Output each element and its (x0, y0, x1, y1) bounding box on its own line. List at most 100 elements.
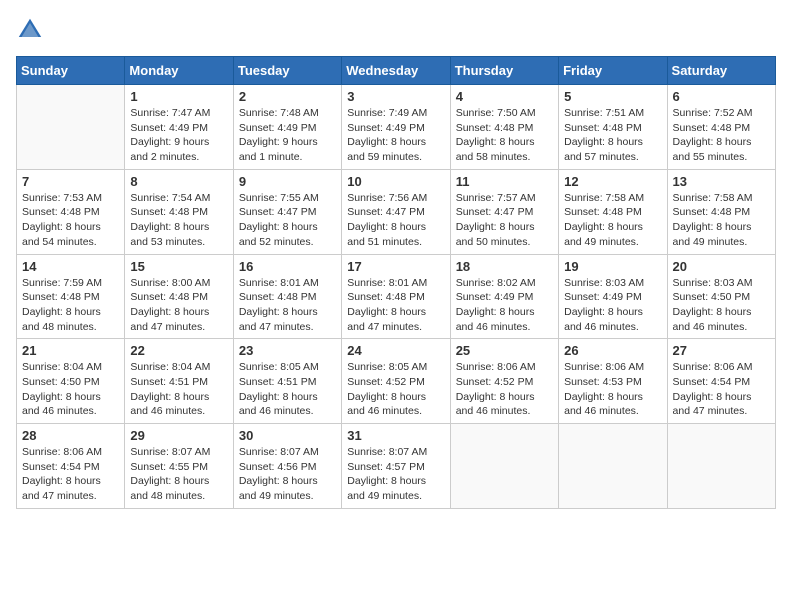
day-number: 13 (673, 174, 770, 189)
calendar-cell: 14 Sunrise: 7:59 AMSunset: 4:48 PMDayligh… (17, 254, 125, 339)
calendar-cell: 26 Sunrise: 8:06 AMSunset: 4:53 PMDayligh… (559, 339, 667, 424)
day-number: 17 (347, 259, 444, 274)
day-info: Sunrise: 8:04 AMSunset: 4:50 PMDaylight:… (22, 360, 119, 419)
calendar-cell: 3 Sunrise: 7:49 AMSunset: 4:49 PMDaylight… (342, 85, 450, 170)
day-number: 27 (673, 343, 770, 358)
weekday-header-friday: Friday (559, 57, 667, 85)
calendar-cell: 17 Sunrise: 8:01 AMSunset: 4:48 PMDayligh… (342, 254, 450, 339)
calendar-cell: 30 Sunrise: 8:07 AMSunset: 4:56 PMDayligh… (233, 424, 341, 509)
calendar-cell: 9 Sunrise: 7:55 AMSunset: 4:47 PMDaylight… (233, 169, 341, 254)
calendar-cell: 5 Sunrise: 7:51 AMSunset: 4:48 PMDaylight… (559, 85, 667, 170)
day-info: Sunrise: 8:03 AMSunset: 4:50 PMDaylight:… (673, 276, 770, 335)
day-info: Sunrise: 8:06 AMSunset: 4:52 PMDaylight:… (456, 360, 553, 419)
day-number: 11 (456, 174, 553, 189)
calendar-cell: 16Sunrise: 8:01 AMSunset: 4:48 PMDayligh… (233, 254, 341, 339)
day-info: Sunrise: 7:56 AMSunset: 4:47 PMDaylight:… (347, 191, 444, 250)
day-number: 29 (130, 428, 227, 443)
day-number: 14 (22, 259, 119, 274)
day-number: 9 (239, 174, 336, 189)
day-info: Sunrise: 7:54 AMSunset: 4:48 PMDaylight:… (130, 191, 227, 250)
calendar-cell: 1Sunrise: 7:47 AMSunset: 4:49 PMDaylight… (125, 85, 233, 170)
calendar-cell: 31Sunrise: 8:07 AMSunset: 4:57 PMDayligh… (342, 424, 450, 509)
day-number: 18 (456, 259, 553, 274)
day-info: Sunrise: 7:59 AMSunset: 4:48 PMDaylight:… (22, 276, 119, 335)
day-number: 4 (456, 89, 553, 104)
calendar-cell: 22 Sunrise: 8:04 AMSunset: 4:51 PMDayligh… (125, 339, 233, 424)
weekday-header-monday: Monday (125, 57, 233, 85)
day-info: Sunrise: 7:58 AMSunset: 4:48 PMDaylight:… (564, 191, 661, 250)
calendar-cell: 6 Sunrise: 7:52 AMSunset: 4:48 PMDaylight… (667, 85, 775, 170)
week-row-5: 28Sunrise: 8:06 AMSunset: 4:54 PMDayligh… (17, 424, 776, 509)
day-number: 25 (456, 343, 553, 358)
weekday-header-saturday: Saturday (667, 57, 775, 85)
day-info: Sunrise: 7:48 AMSunset: 4:49 PMDaylight:… (239, 106, 336, 165)
calendar-cell: 29 Sunrise: 8:07 AMSunset: 4:55 PMDayligh… (125, 424, 233, 509)
day-info: Sunrise: 8:02 AMSunset: 4:49 PMDaylight:… (456, 276, 553, 335)
day-info: Sunrise: 7:51 AMSunset: 4:48 PMDaylight:… (564, 106, 661, 165)
day-info: Sunrise: 8:07 AMSunset: 4:56 PMDaylight:… (239, 445, 336, 504)
weekday-header-row: SundayMondayTuesdayWednesdayThursdayFrid… (17, 57, 776, 85)
calendar-cell (559, 424, 667, 509)
day-info: Sunrise: 8:06 AMSunset: 4:54 PMDaylight:… (673, 360, 770, 419)
day-info: Sunrise: 7:50 AMSunset: 4:48 PMDaylight:… (456, 106, 553, 165)
day-number: 2 (239, 89, 336, 104)
day-info: Sunrise: 8:07 AMSunset: 4:55 PMDaylight:… (130, 445, 227, 504)
calendar-cell: 4 Sunrise: 7:50 AMSunset: 4:48 PMDaylight… (450, 85, 558, 170)
calendar-cell: 15 Sunrise: 8:00 AMSunset: 4:48 PMDayligh… (125, 254, 233, 339)
calendar-cell: 28Sunrise: 8:06 AMSunset: 4:54 PMDayligh… (17, 424, 125, 509)
calendar-cell: 21 Sunrise: 8:04 AMSunset: 4:50 PMDayligh… (17, 339, 125, 424)
day-number: 16 (239, 259, 336, 274)
calendar-cell: 7 Sunrise: 7:53 AMSunset: 4:48 PMDaylight… (17, 169, 125, 254)
day-number: 7 (22, 174, 119, 189)
week-row-3: 14 Sunrise: 7:59 AMSunset: 4:48 PMDayligh… (17, 254, 776, 339)
weekday-header-tuesday: Tuesday (233, 57, 341, 85)
day-info: Sunrise: 8:05 AMSunset: 4:52 PMDaylight:… (347, 360, 444, 419)
calendar-cell (17, 85, 125, 170)
calendar-cell: 11 Sunrise: 7:57 AMSunset: 4:47 PMDayligh… (450, 169, 558, 254)
day-info: Sunrise: 8:01 AMSunset: 4:48 PMDaylight:… (347, 276, 444, 335)
day-number: 22 (130, 343, 227, 358)
day-info: Sunrise: 8:05 AMSunset: 4:51 PMDaylight:… (239, 360, 336, 419)
day-info: Sunrise: 7:49 AMSunset: 4:49 PMDaylight:… (347, 106, 444, 165)
week-row-1: 1Sunrise: 7:47 AMSunset: 4:49 PMDaylight… (17, 85, 776, 170)
weekday-header-wednesday: Wednesday (342, 57, 450, 85)
calendar-cell: 8Sunrise: 7:54 AMSunset: 4:48 PMDaylight… (125, 169, 233, 254)
day-number: 5 (564, 89, 661, 104)
logo (16, 16, 48, 44)
day-info: Sunrise: 7:58 AMSunset: 4:48 PMDaylight:… (673, 191, 770, 250)
day-info: Sunrise: 8:06 AMSunset: 4:53 PMDaylight:… (564, 360, 661, 419)
calendar-cell: 24Sunrise: 8:05 AMSunset: 4:52 PMDayligh… (342, 339, 450, 424)
day-number: 3 (347, 89, 444, 104)
calendar-cell: 20 Sunrise: 8:03 AMSunset: 4:50 PMDayligh… (667, 254, 775, 339)
day-number: 15 (130, 259, 227, 274)
calendar-cell: 12 Sunrise: 7:58 AMSunset: 4:48 PMDayligh… (559, 169, 667, 254)
day-number: 19 (564, 259, 661, 274)
day-number: 12 (564, 174, 661, 189)
day-info: Sunrise: 8:04 AMSunset: 4:51 PMDaylight:… (130, 360, 227, 419)
day-number: 28 (22, 428, 119, 443)
calendar-cell: 2 Sunrise: 7:48 AMSunset: 4:49 PMDaylight… (233, 85, 341, 170)
calendar-cell: 13 Sunrise: 7:58 AMSunset: 4:48 PMDayligh… (667, 169, 775, 254)
page-header (16, 16, 776, 44)
week-row-4: 21 Sunrise: 8:04 AMSunset: 4:50 PMDayligh… (17, 339, 776, 424)
day-number: 30 (239, 428, 336, 443)
calendar-cell: 10 Sunrise: 7:56 AMSunset: 4:47 PMDayligh… (342, 169, 450, 254)
day-number: 21 (22, 343, 119, 358)
day-info: Sunrise: 7:53 AMSunset: 4:48 PMDaylight:… (22, 191, 119, 250)
calendar-cell (667, 424, 775, 509)
weekday-header-thursday: Thursday (450, 57, 558, 85)
day-info: Sunrise: 7:57 AMSunset: 4:47 PMDaylight:… (456, 191, 553, 250)
day-number: 10 (347, 174, 444, 189)
day-number: 6 (673, 89, 770, 104)
calendar-table: SundayMondayTuesdayWednesdayThursdayFrid… (16, 56, 776, 509)
day-number: 20 (673, 259, 770, 274)
calendar-cell: 19 Sunrise: 8:03 AMSunset: 4:49 PMDayligh… (559, 254, 667, 339)
day-info: Sunrise: 7:52 AMSunset: 4:48 PMDaylight:… (673, 106, 770, 165)
day-number: 26 (564, 343, 661, 358)
week-row-2: 7 Sunrise: 7:53 AMSunset: 4:48 PMDaylight… (17, 169, 776, 254)
day-info: Sunrise: 7:47 AMSunset: 4:49 PMDaylight:… (130, 106, 227, 165)
day-info: Sunrise: 8:03 AMSunset: 4:49 PMDaylight:… (564, 276, 661, 335)
day-number: 23 (239, 343, 336, 358)
day-info: Sunrise: 7:55 AMSunset: 4:47 PMDaylight:… (239, 191, 336, 250)
day-info: Sunrise: 8:00 AMSunset: 4:48 PMDaylight:… (130, 276, 227, 335)
